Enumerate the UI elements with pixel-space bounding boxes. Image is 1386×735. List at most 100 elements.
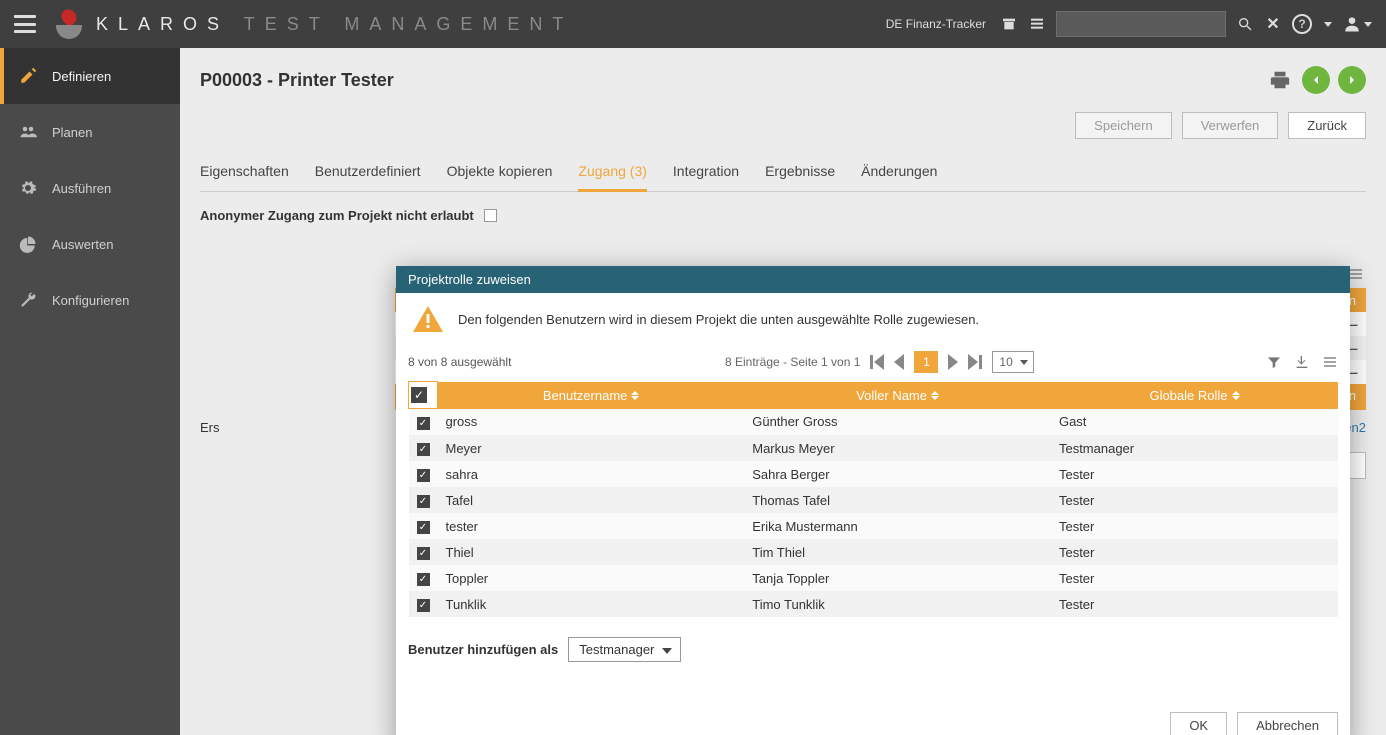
tab-changes[interactable]: Änderungen [861, 157, 937, 191]
page-number[interactable]: 1 [914, 351, 938, 373]
context-label: DE Finanz-Tracker [886, 17, 986, 31]
row-checkbox[interactable]: ✓ [417, 547, 430, 560]
page-first-icon[interactable] [870, 354, 884, 370]
tabs: Eigenschaften Benutzerdefiniert Objekte … [200, 157, 1366, 192]
gear-icon [18, 178, 38, 198]
dialog-message: Den folgenden Benutzern wird in diesem P… [458, 312, 979, 327]
row-checkbox[interactable]: ✓ [417, 495, 430, 508]
col-username[interactable]: Benutzername [543, 388, 628, 403]
menu-icon[interactable] [1348, 266, 1364, 282]
sidebar-item-label: Definieren [52, 69, 111, 84]
col-fullname[interactable]: Voller Name [856, 388, 927, 403]
select-all-checkbox[interactable]: ✓ [411, 387, 427, 403]
tab-access[interactable]: Zugang (3) [578, 157, 646, 192]
clear-search-icon[interactable]: ✕ [1264, 15, 1282, 33]
col-globalrole[interactable]: Globale Rolle [1149, 388, 1227, 403]
cell-role: Tester [1051, 539, 1338, 565]
search-input[interactable] [1056, 11, 1226, 37]
save-button[interactable]: Speichern [1075, 112, 1172, 139]
cell-username: Thiel [438, 539, 745, 565]
topbar: KLAROS TEST MANAGEMENT DE Finanz-Tracker… [0, 0, 1386, 48]
cell-fullname: Erika Mustermann [744, 513, 1051, 539]
cell-role: Tester [1051, 513, 1338, 539]
table-row[interactable]: ✓ ThielTim ThielTester [409, 539, 1339, 565]
cell-username: Tunklik [438, 591, 745, 617]
cell-role: Tester [1051, 487, 1338, 513]
archive-icon[interactable] [1000, 15, 1018, 33]
table-row[interactable]: ✓ testerErika MustermannTester [409, 513, 1339, 539]
tab-properties[interactable]: Eigenschaften [200, 157, 289, 191]
sidebar: Definieren Planen Ausführen Auswerten Ko… [0, 48, 180, 735]
add-as-role-select[interactable]: Testmanager [568, 637, 681, 662]
table-row[interactable]: ✓TopplerTanja TopplerTester [409, 565, 1339, 591]
row-checkbox[interactable]: ✓ [417, 599, 430, 612]
dialog-cancel-button[interactable]: Abbrechen [1237, 712, 1338, 735]
row-checkbox[interactable]: ✓ [417, 417, 430, 430]
warning-icon [412, 305, 444, 333]
sidebar-item-plan[interactable]: Planen [0, 104, 180, 160]
users-icon [18, 122, 38, 142]
list-icon[interactable] [1028, 15, 1046, 33]
sidebar-item-evaluate[interactable]: Auswerten [0, 216, 180, 272]
dialog-download-icon[interactable] [1294, 354, 1310, 370]
users-table: ✓ Benutzername Voller Name Globale Rolle… [408, 381, 1338, 617]
cell-fullname: Tanja Toppler [744, 565, 1051, 591]
row-checkbox[interactable]: ✓ [417, 469, 430, 482]
tab-integration[interactable]: Integration [673, 157, 739, 191]
cell-fullname: Timo Tunklik [744, 591, 1051, 617]
selected-count: 8 von 8 ausgewählt [408, 355, 511, 369]
sidebar-item-label: Ausführen [52, 181, 111, 196]
dialog-menu-icon[interactable] [1322, 354, 1338, 370]
edit-icon [18, 66, 38, 86]
cell-username: sahra [438, 461, 745, 487]
table-row[interactable]: ✓TunklikTimo TunklikTester [409, 591, 1339, 617]
cell-username: Tafel [438, 487, 745, 513]
table-row[interactable]: ✓MeyerMarkus MeyerTestmanager [409, 435, 1339, 461]
meta-created-prefix: Ers [200, 420, 220, 435]
cell-fullname: Markus Meyer [744, 435, 1051, 461]
print-icon[interactable] [1266, 66, 1294, 94]
page-next-icon[interactable] [948, 354, 958, 370]
row-checkbox[interactable]: ✓ [417, 443, 430, 456]
cell-fullname: Tim Thiel [744, 539, 1051, 565]
cell-role: Tester [1051, 565, 1338, 591]
menu-toggle-icon[interactable] [14, 15, 36, 33]
tab-results[interactable]: Ergebnisse [765, 157, 835, 191]
table-row[interactable]: ✓ sahraSahra BergerTester [409, 461, 1339, 487]
cell-fullname: Günther Gross [744, 409, 1051, 436]
cell-fullname: Sahra Berger [744, 461, 1051, 487]
dialog-title: Projektrolle zuweisen [396, 266, 1350, 293]
page-last-icon[interactable] [968, 354, 982, 370]
dialog-filter-icon[interactable] [1266, 354, 1282, 370]
cell-fullname: Thomas Tafel [744, 487, 1051, 513]
prev-record-icon[interactable] [1302, 66, 1330, 94]
page-prev-icon[interactable] [894, 354, 904, 370]
back-button[interactable]: Zurück [1288, 112, 1366, 139]
sidebar-item-execute[interactable]: Ausführen [0, 160, 180, 216]
add-as-label: Benutzer hinzufügen als [408, 642, 558, 657]
row-checkbox[interactable]: ✓ [417, 521, 430, 534]
table-row[interactable]: ✓grossGünther GrossGast [409, 409, 1339, 436]
dialog-ok-button[interactable]: OK [1170, 712, 1227, 735]
paging-text: 8 Einträge - Seite 1 von 1 [725, 355, 860, 369]
tab-copy[interactable]: Objekte kopieren [447, 157, 553, 191]
app-title: KLAROS TEST MANAGEMENT [96, 14, 573, 35]
next-record-icon[interactable] [1338, 66, 1366, 94]
sidebar-item-configure[interactable]: Konfigurieren [0, 272, 180, 328]
table-row[interactable]: ✓ TafelThomas TafelTester [409, 487, 1339, 513]
anon-access-checkbox[interactable] [484, 209, 497, 222]
discard-button[interactable]: Verwerfen [1182, 112, 1279, 139]
page-size-select[interactable]: 10 [992, 351, 1034, 373]
sidebar-item-label: Konfigurieren [52, 293, 129, 308]
tab-userdefined[interactable]: Benutzerdefiniert [315, 157, 421, 191]
cell-role: Testmanager [1051, 435, 1338, 461]
row-checkbox[interactable]: ✓ [417, 573, 430, 586]
sidebar-item-label: Auswerten [52, 237, 113, 252]
anon-access-label: Anonymer Zugang zum Projekt nicht erlaub… [200, 208, 474, 223]
user-menu[interactable] [1342, 14, 1372, 34]
search-icon[interactable] [1236, 15, 1254, 33]
cell-username: tester [438, 513, 745, 539]
cell-role: Tester [1051, 461, 1338, 487]
sidebar-item-define[interactable]: Definieren [0, 48, 180, 104]
help-icon[interactable]: ? [1292, 14, 1312, 34]
